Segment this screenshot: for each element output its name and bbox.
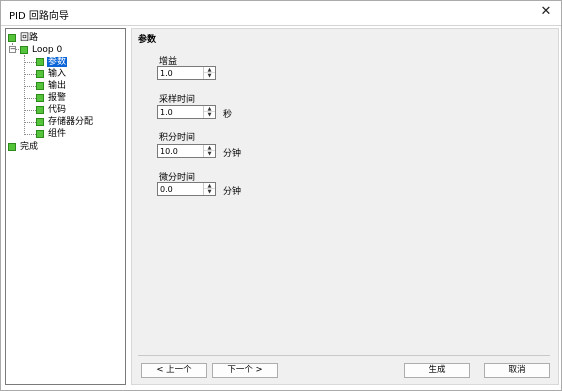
generate-button[interactable]: 生成 (404, 363, 470, 378)
tree-item-alarm-label: 报警 (48, 93, 67, 103)
node-icon (8, 34, 16, 42)
tree-connector (24, 98, 36, 99)
integral-time-unit: 分钟 (223, 149, 242, 159)
derivative-time-value[interactable]: 0.0 (160, 184, 173, 195)
node-icon (8, 143, 16, 151)
tree-item-loop-label: Loop 0 (32, 45, 63, 55)
gain-value[interactable]: 1.0 (160, 68, 173, 79)
button-separator (138, 355, 550, 356)
node-icon (36, 94, 44, 102)
spinner-buttons: ▲ ▼ (203, 106, 215, 118)
title-separator (1, 25, 561, 26)
tree-item-root-label: 回路 (20, 33, 39, 43)
tree-item-finish-label: 完成 (20, 142, 39, 152)
next-button[interactable]: 下一个 > (212, 363, 278, 378)
spin-down-icon[interactable]: ▼ (204, 151, 215, 157)
collapse-icon[interactable]: − (9, 46, 16, 53)
tree-connector (24, 134, 36, 135)
window-title: PID 回路向导 (9, 11, 69, 22)
parameters-panel: 参数 增益 1.0 ▲ ▼ 采样时间 1.0 ▲ ▼ 秒 积分时间 10.0 ▲ (131, 28, 559, 385)
node-icon (36, 130, 44, 138)
tree-item-component-label: 组件 (48, 129, 67, 139)
integral-time-value[interactable]: 10.0 (160, 146, 178, 157)
tree-item-output-label: 输出 (48, 81, 67, 91)
sample-time-value[interactable]: 1.0 (160, 107, 173, 118)
tree-connector (24, 62, 36, 63)
tree-connector (24, 74, 36, 75)
spinner-buttons: ▲ ▼ (203, 67, 215, 79)
tree-item-params-label: 参数 (47, 57, 68, 67)
sample-time-unit: 秒 (223, 110, 233, 120)
spin-down-icon[interactable]: ▼ (204, 112, 215, 118)
node-icon (36, 70, 44, 78)
node-icon (36, 58, 44, 66)
panel-heading: 参数 (138, 35, 157, 45)
prev-button[interactable]: < 上一个 (141, 363, 207, 378)
integral-time-spinner[interactable]: 10.0 ▲ ▼ (157, 144, 216, 158)
derivative-time-spinner[interactable]: 0.0 ▲ ▼ (157, 182, 216, 196)
node-icon (20, 46, 28, 54)
derivative-time-unit: 分钟 (223, 187, 242, 197)
close-icon[interactable]: ✕ (539, 4, 553, 20)
wizard-tree: 回路 − Loop 0 参数 输入 输出 报警 代码 存储器分配 组件 完成 (5, 28, 126, 385)
tree-connector (24, 86, 36, 87)
integral-time-label: 积分时间 (159, 133, 196, 143)
node-icon (36, 82, 44, 90)
tree-item-memory-label: 存储器分配 (48, 117, 94, 127)
spin-down-icon[interactable]: ▼ (204, 73, 215, 79)
spin-down-icon[interactable]: ▼ (204, 189, 215, 195)
gain-spinner[interactable]: 1.0 ▲ ▼ (157, 66, 216, 80)
tree-item-input-label: 输入 (48, 69, 67, 79)
sample-time-label: 采样时间 (159, 95, 196, 105)
cancel-button[interactable]: 取消 (484, 363, 550, 378)
tree-item-code-label: 代码 (48, 105, 67, 115)
node-icon (36, 106, 44, 114)
tree-connector (24, 110, 36, 111)
spinner-buttons: ▲ ▼ (203, 145, 215, 157)
sample-time-spinner[interactable]: 1.0 ▲ ▼ (157, 105, 216, 119)
tree-connector (24, 122, 36, 123)
title-bar: PID 回路向导 ✕ (1, 1, 561, 25)
node-icon (36, 118, 44, 126)
pid-wizard-window: PID 回路向导 ✕ 回路 − Loop 0 参数 输入 输出 报警 代码 存储… (0, 0, 562, 391)
spinner-buttons: ▲ ▼ (203, 183, 215, 195)
tree-connector (24, 55, 25, 135)
